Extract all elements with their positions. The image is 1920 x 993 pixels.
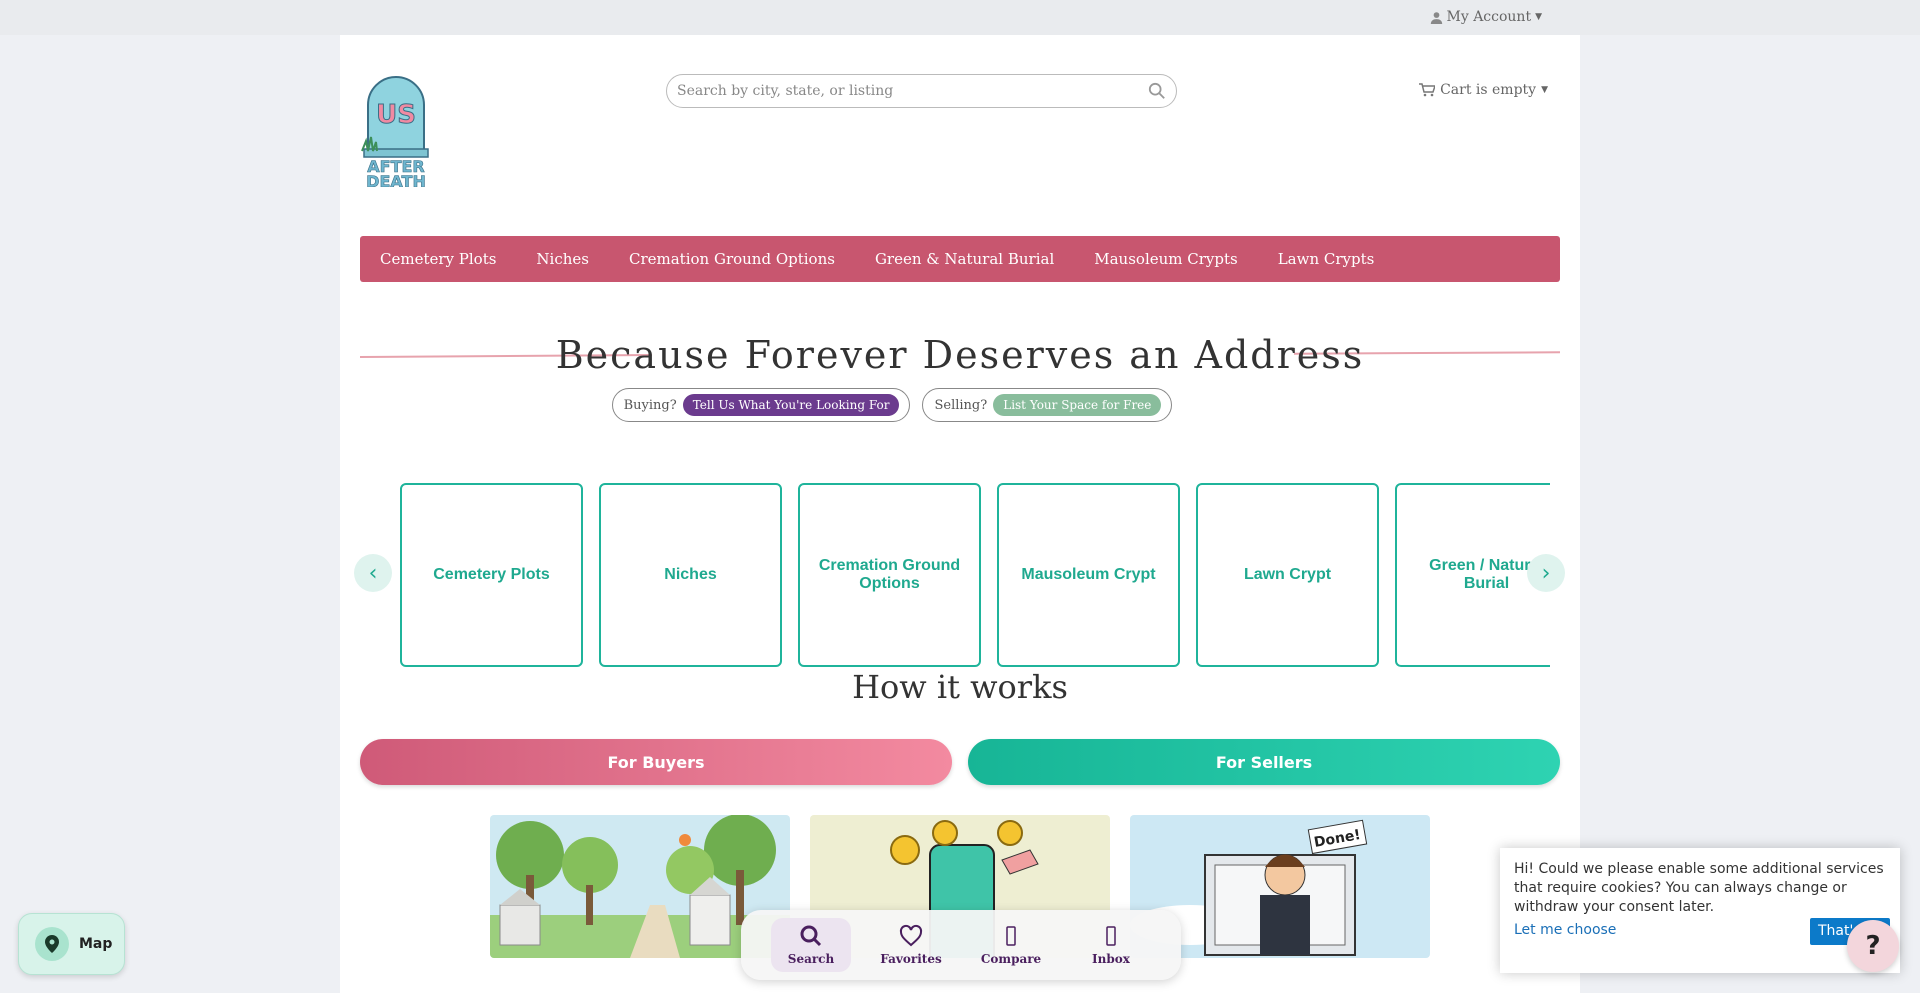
nav-niches[interactable]: Niches xyxy=(536,250,589,268)
category-carousel: Cemetery Plots Niches Cremation Ground O… xyxy=(354,483,1565,667)
bottom-nav-compare-label: Compare xyxy=(980,952,1042,966)
search-icon[interactable] xyxy=(1148,82,1166,100)
caret-down-icon: ▼ xyxy=(1535,12,1542,22)
category-cards: Cemetery Plots Niches Cremation Ground O… xyxy=(400,483,1550,667)
inbox-icon xyxy=(1106,926,1116,946)
for-buyers-button[interactable]: For Buyers xyxy=(360,739,952,785)
my-account-menu[interactable]: My Account ▼ xyxy=(1430,9,1542,25)
buying-cta-button[interactable]: Tell Us What You're Looking For xyxy=(682,394,900,416)
nav-cremation-ground-options[interactable]: Cremation Ground Options xyxy=(629,250,835,268)
my-account-label: My Account xyxy=(1446,9,1532,25)
map-button[interactable]: Map xyxy=(18,913,125,975)
category-card-niches[interactable]: Niches xyxy=(599,483,782,667)
map-pin-icon xyxy=(35,927,69,961)
bottom-nav-compare[interactable]: Compare xyxy=(971,924,1051,966)
cart-label: Cart is empty xyxy=(1440,82,1537,98)
search-icon xyxy=(800,925,822,947)
for-sellers-button[interactable]: For Sellers xyxy=(968,739,1560,785)
bottom-nav-inbox-label: Inbox xyxy=(1092,952,1130,966)
nav-lawn-crypts[interactable]: Lawn Crypts xyxy=(1278,250,1375,268)
cookie-consent-banner: Hi! Could we please enable some addition… xyxy=(1500,848,1900,973)
svg-text:US: US xyxy=(376,100,416,130)
nav-green-natural-burial[interactable]: Green & Natural Burial xyxy=(875,250,1054,268)
nav-cemetery-plots[interactable]: Cemetery Plots xyxy=(380,250,496,268)
selling-pill[interactable]: Selling? List Your Space for Free xyxy=(922,388,1173,422)
cta-pills: Buying? Tell Us What You're Looking For … xyxy=(272,388,1512,422)
category-card-mausoleum-crypt[interactable]: Mausoleum Crypt xyxy=(997,483,1180,667)
cookie-let-me-choose-link[interactable]: Let me choose xyxy=(1514,921,1616,940)
hero-title: Because Forever Deserves an Address xyxy=(555,333,1365,377)
buying-label: Buying? xyxy=(623,397,677,413)
hero-banner: Because Forever Deserves an Address xyxy=(359,305,1561,397)
main-nav: Cemetery Plots Niches Cremation Ground O… xyxy=(360,236,1560,282)
bottom-nav-favorites[interactable]: Favorites xyxy=(871,924,951,966)
cart-menu[interactable]: Cart is empty ▼ xyxy=(1419,82,1548,98)
cart-icon xyxy=(1419,83,1436,97)
bottom-nav-inbox[interactable]: Inbox xyxy=(1071,924,1151,966)
map-button-label: Map xyxy=(79,936,113,952)
selling-label: Selling? xyxy=(934,397,988,413)
cookie-message: Hi! Could we please enable some addition… xyxy=(1514,861,1884,915)
category-card-cemetery-plots[interactable]: Cemetery Plots xyxy=(400,483,583,667)
buying-pill[interactable]: Buying? Tell Us What You're Looking For xyxy=(611,388,911,422)
selling-cta-button[interactable]: List Your Space for Free xyxy=(993,394,1162,416)
carousel-prev-button[interactable]: ‹ xyxy=(354,554,392,592)
how-it-works-title: How it works xyxy=(852,668,1068,706)
svg-text:DEATH: DEATH xyxy=(366,172,426,187)
top-bar: My Account ▼ xyxy=(0,0,1920,35)
help-button[interactable]: ? xyxy=(1847,920,1899,972)
caret-down-icon: ▼ xyxy=(1541,85,1548,95)
search-input[interactable] xyxy=(677,83,1148,99)
category-card-cremation-ground-options[interactable]: Cremation Ground Options xyxy=(798,483,981,667)
bottom-nav: Search Favorites Compare Inbox xyxy=(741,910,1181,980)
nav-mausoleum-crypts[interactable]: Mausoleum Crypts xyxy=(1094,250,1237,268)
category-card-lawn-crypt[interactable]: Lawn Crypt xyxy=(1196,483,1379,667)
bottom-nav-favorites-label: Favorites xyxy=(880,952,942,966)
site-logo[interactable]: US AFTER DEATH xyxy=(360,75,432,191)
heart-icon xyxy=(899,924,923,947)
bottom-nav-search-label: Search xyxy=(787,952,835,966)
user-icon xyxy=(1430,11,1442,24)
search-bar[interactable] xyxy=(666,74,1177,108)
bottom-nav-search[interactable]: Search xyxy=(771,918,851,972)
carousel-next-button[interactable]: › xyxy=(1527,554,1565,592)
compare-icon xyxy=(1006,926,1016,946)
